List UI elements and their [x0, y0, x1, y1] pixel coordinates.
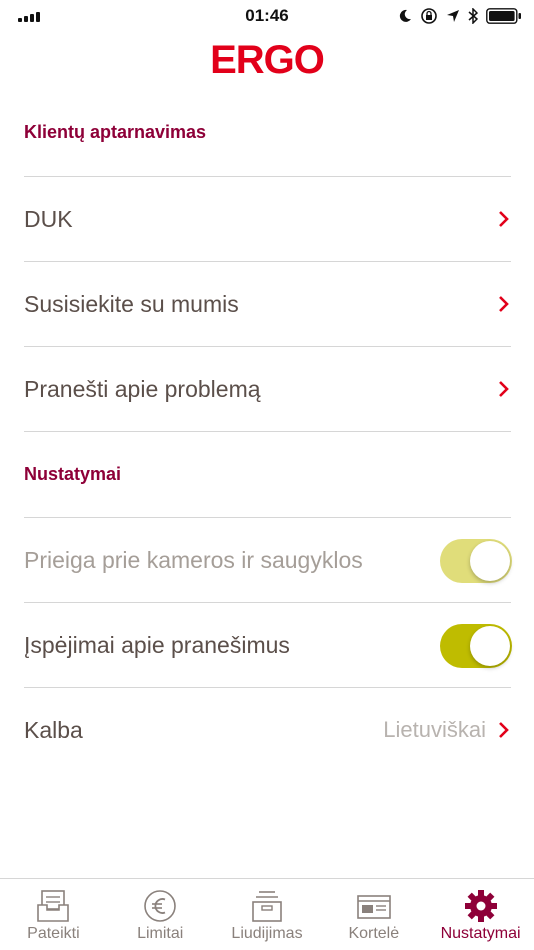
ergo-logo: ERGO [210, 38, 325, 82]
tab-kortele[interactable]: Kortelė [320, 879, 427, 950]
tab-kortele-label: Kortelė [348, 925, 400, 942]
tab-nustatymai[interactable]: Nustatymai [427, 879, 534, 950]
section-title-customer-service: Klientų aptarnavimas [24, 122, 207, 142]
row-faq-label: DUK [24, 206, 73, 232]
chevron-right-icon [499, 211, 509, 227]
moon-icon [399, 9, 411, 22]
tab-limitai-label: Limitai [137, 925, 184, 942]
row-language[interactable]: Kalba Lietuviškai [0, 688, 534, 772]
orientation-lock-icon [421, 8, 437, 24]
tab-liudijimas-label: Liudijimas [231, 925, 303, 942]
toggle-knob [470, 541, 510, 581]
tray-icon [37, 890, 70, 922]
bluetooth-icon [468, 8, 478, 24]
divider [24, 431, 511, 432]
row-language-value: Lietuviškai [383, 717, 486, 742]
tab-nustatymai-label: Nustatymai [440, 925, 521, 942]
row-contact-us-label: Susisiekite su mumis [24, 291, 239, 317]
row-faq[interactable]: DUK [0, 177, 534, 261]
notifications-toggle[interactable] [440, 624, 512, 668]
tab-pateikti-label: Pateikti [27, 925, 80, 942]
euro-icon [144, 890, 176, 922]
tab-liudijimas[interactable]: Liudijimas [214, 879, 321, 950]
gear-icon [464, 890, 497, 922]
chevron-right-icon [499, 381, 509, 397]
tab-pateikti[interactable]: Pateikti [0, 879, 107, 950]
status-bar: 01:46 [0, 0, 534, 36]
toggle-knob [470, 626, 510, 666]
battery-icon [486, 8, 521, 24]
row-camera-storage-label: Prieiga prie kameros ir saugyklos [24, 547, 363, 573]
chevron-right-icon [499, 296, 509, 312]
row-report-problem[interactable]: Pranešti apie problemą [0, 347, 534, 431]
location-icon [447, 10, 459, 22]
chevron-right-icon [499, 722, 509, 738]
tab-bar: Pateikti Limitai Liudijimas Kortelė Nust… [0, 878, 534, 950]
row-report-problem-label: Pranešti apie problemą [24, 376, 261, 402]
row-language-label: Kalba [24, 717, 83, 743]
row-camera-storage-access: Prieiga prie kameros ir saugyklos [0, 518, 534, 602]
camera-storage-toggle[interactable] [440, 539, 512, 583]
tab-limitai[interactable]: Limitai [107, 879, 214, 950]
card-icon [356, 895, 391, 919]
row-contact-us[interactable]: Susisiekite su mumis [0, 262, 534, 346]
row-notifications-label: Įspėjimai apie pranešimus [24, 632, 290, 658]
row-notifications: Įspėjimai apie pranešimus [0, 603, 534, 687]
section-title-settings: Nustatymai [24, 464, 122, 484]
archive-box-icon [252, 891, 282, 922]
